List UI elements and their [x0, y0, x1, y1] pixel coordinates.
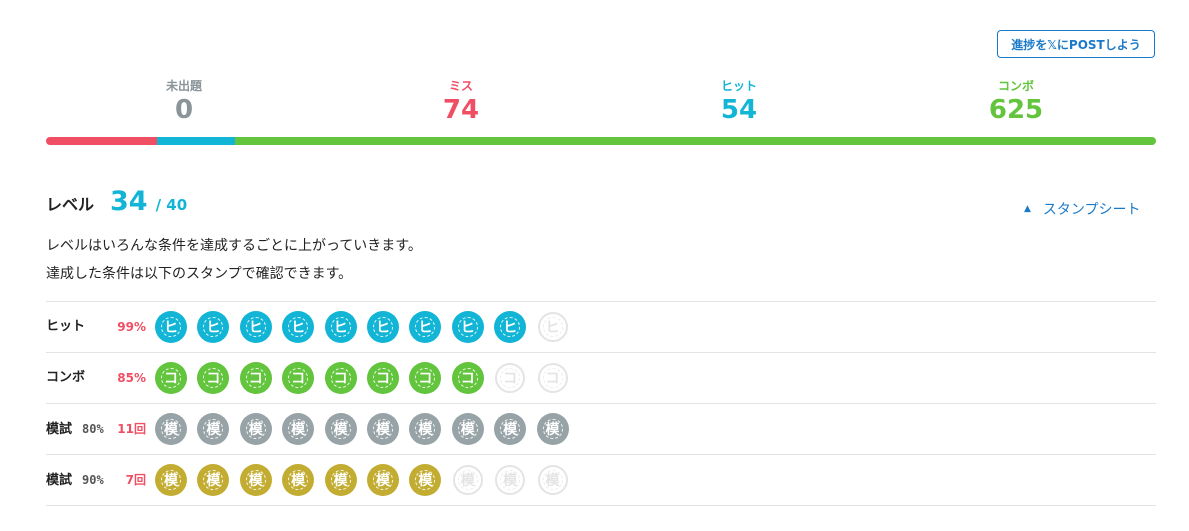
description-line: 達成した条件は以下のスタンプで確認できます。 — [46, 266, 353, 282]
stamp-earned-icon: 模 — [198, 414, 229, 444]
stamp-earned-icon: 模 — [410, 414, 441, 444]
stamp-earned-icon: 模 — [283, 465, 314, 495]
stamp-earned-icon: 模 — [367, 465, 398, 495]
stamp-earned-icon: コ — [283, 363, 314, 393]
stamp-sheet: ヒット 99% ヒヒヒヒヒヒヒヒヒヒ コンボ 85% ココココココココココ 模試… — [46, 301, 1156, 506]
stat-value: 54 — [720, 95, 758, 125]
stat-value: 0 — [174, 95, 194, 125]
stamp-earned-icon: 模 — [367, 414, 398, 444]
stamp-row-value: 85% — [117, 371, 146, 385]
level-label: レベル — [46, 195, 95, 214]
stamp-row-mock-80: 模試 80% 11回 模模模模模模模模模模 — [46, 403, 1156, 454]
stamp-earned-icon: コ — [410, 363, 441, 393]
stamp-row-combo: コンボ 85% ココココココココココ — [46, 352, 1156, 403]
progress-segment-miss — [46, 137, 157, 145]
stamp-earned-icon: 模 — [325, 465, 356, 495]
stamp-earned-icon: ヒ — [198, 312, 229, 342]
stat-label: 未出題 — [165, 79, 202, 93]
share-progress-button[interactable]: 進捗を𝕏にPOSTしよう — [997, 30, 1155, 58]
stamp-list: ココココココココココ — [156, 363, 580, 393]
stat-unasked: 未出題 0 — [124, 78, 244, 126]
stamp-earned-icon: 模 — [495, 414, 526, 444]
stamp-earned-icon: コ — [367, 363, 398, 393]
stamp-earned-icon: 模 — [198, 465, 229, 495]
stat-label: ヒット — [720, 79, 757, 93]
stamp-list: 模模模模模模模模模模 — [156, 465, 580, 495]
stamp-unearned-icon: 模 — [537, 465, 568, 495]
stamp-unearned-icon: 模 — [452, 465, 483, 495]
stamp-unearned-icon: ヒ — [537, 312, 568, 342]
stamp-earned-icon: コ — [452, 363, 483, 393]
stamp-earned-icon: 模 — [410, 465, 441, 495]
stamp-earned-icon: 模 — [156, 465, 186, 495]
stamp-row-value: 99% — [117, 320, 146, 334]
caret-up-icon: ▲ — [1024, 204, 1031, 214]
stamp-earned-icon: ヒ — [325, 312, 356, 342]
stamp-sheet-toggle[interactable]: ▲ スタンプシート — [1024, 198, 1141, 220]
stamp-earned-icon: コ — [156, 363, 186, 393]
stamp-earned-icon: 模 — [283, 414, 314, 444]
stamp-row-value: 7回 — [125, 473, 146, 487]
level-display: レベル 34 / 40 — [46, 186, 187, 220]
stamp-unearned-icon: 模 — [495, 465, 526, 495]
stamp-list: ヒヒヒヒヒヒヒヒヒヒ — [156, 312, 580, 342]
stamp-unearned-icon: コ — [537, 363, 568, 393]
stamp-list: 模模模模模模模模模模 — [156, 414, 580, 444]
stamp-earned-icon: ヒ — [495, 312, 526, 342]
stamp-earned-icon: 模 — [537, 414, 568, 444]
level-description: レベルはいろんな条件を達成するごとに上がっていきます。 達成した条件は以下のスタ… — [46, 232, 422, 288]
stamp-earned-icon: 模 — [240, 465, 271, 495]
stat-hit: ヒット 54 — [679, 78, 799, 126]
stat-label: ミス — [448, 79, 473, 93]
stamp-earned-icon: 模 — [452, 414, 483, 444]
stamp-earned-icon: コ — [198, 363, 229, 393]
stat-miss: ミス 74 — [401, 78, 521, 126]
progress-bar — [46, 137, 1156, 145]
level-value: 34 — [110, 186, 148, 217]
stamp-row-hit: ヒット 99% ヒヒヒヒヒヒヒヒヒヒ — [46, 301, 1156, 352]
stats-summary: 未出題 0 ミス 74 ヒット 54 コンボ 625 — [46, 78, 1156, 130]
stat-value: 625 — [988, 95, 1044, 125]
stat-combo: コンボ 625 — [956, 78, 1076, 126]
stamp-row-value: 11回 — [117, 422, 146, 436]
stamp-unearned-icon: コ — [495, 363, 526, 393]
stamp-sheet-label: スタンプシート — [1042, 202, 1141, 218]
stat-value: 74 — [442, 95, 480, 125]
level-max: / 40 — [155, 196, 188, 214]
stamp-earned-icon: 模 — [240, 414, 271, 444]
stamp-earned-icon: 模 — [156, 414, 186, 444]
stamp-earned-icon: ヒ — [240, 312, 271, 342]
progress-segment-hit — [157, 137, 235, 145]
stat-label: コンボ — [997, 79, 1034, 93]
stamp-earned-icon: 模 — [325, 414, 356, 444]
stamp-earned-icon: ヒ — [452, 312, 483, 342]
description-line: レベルはいろんな条件を達成するごとに上がっていきます。 — [46, 238, 422, 254]
stamp-earned-icon: ヒ — [367, 312, 398, 342]
stamp-row-mock-90: 模試 90% 7回 模模模模模模模模模模 — [46, 454, 1156, 506]
stamp-earned-icon: ヒ — [283, 312, 314, 342]
progress-segment-combo — [234, 137, 1156, 145]
stamp-earned-icon: ヒ — [156, 312, 186, 342]
stamp-earned-icon: コ — [240, 363, 271, 393]
stamp-earned-icon: コ — [325, 363, 356, 393]
stamp-earned-icon: ヒ — [410, 312, 441, 342]
